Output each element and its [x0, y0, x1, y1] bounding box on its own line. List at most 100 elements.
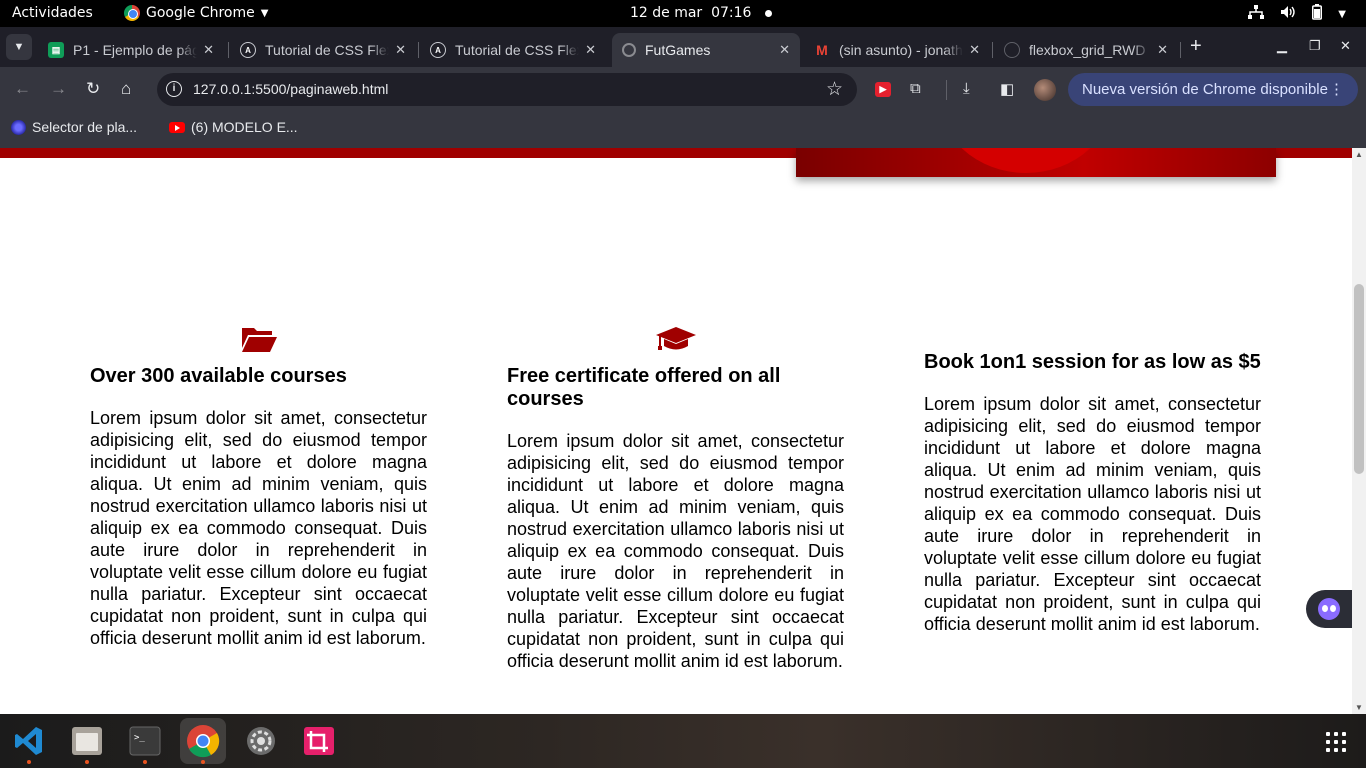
tab-label: FutGames: [645, 42, 711, 58]
app-menu[interactable]: Google Chrome ▼: [124, 5, 268, 21]
screenshot-icon: [304, 727, 334, 755]
scroll-up-arrow-icon[interactable]: ▲: [1355, 150, 1363, 159]
tab-tutorial-css-1[interactable]: A Tutorial de CSS Flexbox ✕: [230, 33, 416, 67]
new-tab-button[interactable]: +: [1190, 36, 1202, 56]
settings-icon: [247, 727, 275, 755]
tab-futgames[interactable]: FutGames ✕: [612, 33, 800, 67]
bookmarks-bar: Selector de pla... (6) MODELO E...: [0, 112, 1366, 148]
running-indicator: [201, 760, 205, 764]
show-apps-grid-icon[interactable]: [1326, 732, 1346, 752]
tab-divider: [1180, 42, 1181, 58]
tab-strip: ▼ ▤ P1 - Ejemplo de página ✕ A Tutorial …: [0, 27, 1366, 67]
vscode-icon: [15, 727, 42, 755]
feature-card-session: Book 1on1 session for as low as $5 Lorem…: [924, 351, 1261, 635]
tab-label: P1 - Ejemplo de página: [73, 42, 198, 58]
forward-arrow-icon[interactable]: →: [50, 79, 67, 99]
toolbar-divider: [946, 80, 947, 100]
globe-icon: [622, 43, 636, 57]
tab-label: flexbox_grid_RWD: [1029, 42, 1146, 58]
extensions-puzzle-icon[interactable]: ⧉: [910, 80, 921, 97]
close-icon[interactable]: ✕: [203, 42, 214, 58]
github-icon: [1004, 42, 1020, 58]
close-icon[interactable]: ✕: [969, 42, 980, 58]
svg-text:>_: >_: [134, 733, 145, 743]
download-icon[interactable]: ⤓: [963, 80, 970, 97]
dock-screenshot[interactable]: [296, 718, 342, 764]
bookmark-modelo[interactable]: (6) MODELO E...: [169, 119, 298, 135]
bookmark-label: (6) MODELO E...: [191, 119, 298, 135]
window-close-icon[interactable]: ✕: [1340, 38, 1351, 54]
system-tray[interactable]: ▼: [1248, 4, 1346, 24]
feature-title: Over 300 available courses: [90, 365, 347, 387]
activities-button[interactable]: Actividades: [12, 5, 93, 21]
reload-icon[interactable]: ↻: [86, 79, 100, 99]
scroll-down-arrow-icon[interactable]: ▼: [1355, 703, 1363, 712]
bookmark-label: Selector de pla...: [32, 119, 138, 135]
tab-gmail[interactable]: M (sin asunto) - jonathan ✕: [804, 33, 990, 67]
sheets-icon: ▤: [48, 42, 64, 58]
tab-search-button[interactable]: ▼: [6, 34, 32, 60]
network-icon: [1248, 5, 1265, 23]
url-text[interactable]: 127.0.0.1:5500/paginaweb.html: [193, 81, 388, 97]
battery-icon: [1312, 4, 1323, 24]
close-icon[interactable]: ✕: [395, 42, 406, 58]
chrome-icon: [187, 725, 220, 758]
assistant-widget[interactable]: [1306, 590, 1352, 628]
dock-vscode[interactable]: [6, 718, 52, 764]
site-info-icon[interactable]: i: [166, 81, 182, 97]
dock-settings[interactable]: [238, 718, 284, 764]
feature-title: Book 1on1 session for as low as $5: [924, 351, 1261, 373]
side-panel-icon[interactable]: ◧: [1000, 80, 1014, 98]
palette-icon: [11, 119, 26, 135]
menu-dots-icon: ⋮: [1329, 81, 1344, 98]
angular-icon: A: [430, 42, 446, 58]
feature-title: Free certificate offered on all courses: [507, 365, 781, 410]
home-icon[interactable]: ⌂: [121, 79, 131, 99]
gmail-icon: M: [816, 42, 828, 58]
feature-body: Lorem ipsum dolor sit amet, consectetur …: [90, 408, 427, 648]
tab-divider: [228, 42, 229, 58]
running-indicator: [143, 760, 147, 764]
close-icon[interactable]: ✕: [779, 42, 790, 58]
bookmark-star-icon[interactable]: ☆: [826, 78, 843, 101]
close-icon[interactable]: ✕: [1157, 42, 1168, 58]
tab-p1-ejemplo[interactable]: ▤ P1 - Ejemplo de página ✕: [38, 33, 224, 67]
profile-avatar[interactable]: [1034, 79, 1056, 101]
feature-card-certificate: Free certificate offered on all courses …: [507, 326, 844, 672]
running-indicator: [85, 760, 89, 764]
page-viewport: Over 300 available courses Lorem ipsum d…: [0, 148, 1352, 714]
tab-flexbox-grid[interactable]: flexbox_grid_RWD ✕: [994, 33, 1178, 67]
close-icon[interactable]: ✕: [585, 42, 596, 58]
volume-icon: [1280, 5, 1296, 23]
system-menu-caret-icon: ▼: [1338, 8, 1346, 20]
terminal-icon: >_: [129, 726, 161, 756]
tab-label: Tutorial de CSS Flexbox: [265, 42, 389, 58]
taskbar-dock: >_: [0, 714, 1366, 768]
chevron-down-icon: ▼: [13, 41, 25, 53]
dock-terminal[interactable]: >_: [122, 718, 168, 764]
page-scrollbar[interactable]: ▲ ▼: [1352, 148, 1366, 714]
restore-icon[interactable]: ❐: [1309, 38, 1321, 54]
files-icon: [72, 727, 102, 755]
minimize-icon[interactable]: ▁: [1277, 38, 1287, 54]
back-arrow-icon[interactable]: ←: [14, 79, 31, 99]
caret-down-icon: ▼: [260, 7, 269, 19]
clock[interactable]: 12 de mar 07:16: [630, 5, 773, 21]
extension-red-icon[interactable]: ▶: [875, 82, 891, 97]
dock-files[interactable]: [64, 718, 110, 764]
tab-divider: [418, 42, 419, 58]
browser-toolbar: ← → ↻ ⌂ i 127.0.0.1:5500/paginaweb.html …: [0, 67, 1366, 112]
address-bar[interactable]: i 127.0.0.1:5500/paginaweb.html ☆: [157, 73, 857, 106]
tab-label: (sin asunto) - jonathan: [839, 42, 963, 58]
scrollbar-thumb[interactable]: [1354, 284, 1364, 474]
feature-body: Lorem ipsum dolor sit amet, consectetur …: [924, 394, 1261, 634]
assistant-face-icon: [1318, 598, 1340, 620]
dock-chrome[interactable]: [180, 718, 226, 764]
graduation-cap-icon: [655, 327, 696, 350]
bookmark-selector-paleta[interactable]: Selector de pla...: [11, 119, 137, 135]
feature-card-courses: Over 300 available courses Lorem ipsum d…: [90, 326, 427, 649]
chrome-update-button[interactable]: Nueva versión de Chrome disponible ⋮: [1068, 73, 1358, 106]
tab-tutorial-css-2[interactable]: A Tutorial de CSS Flexbox ✕: [420, 33, 606, 67]
running-indicator: [27, 760, 31, 764]
folder-open-icon: [241, 328, 277, 352]
